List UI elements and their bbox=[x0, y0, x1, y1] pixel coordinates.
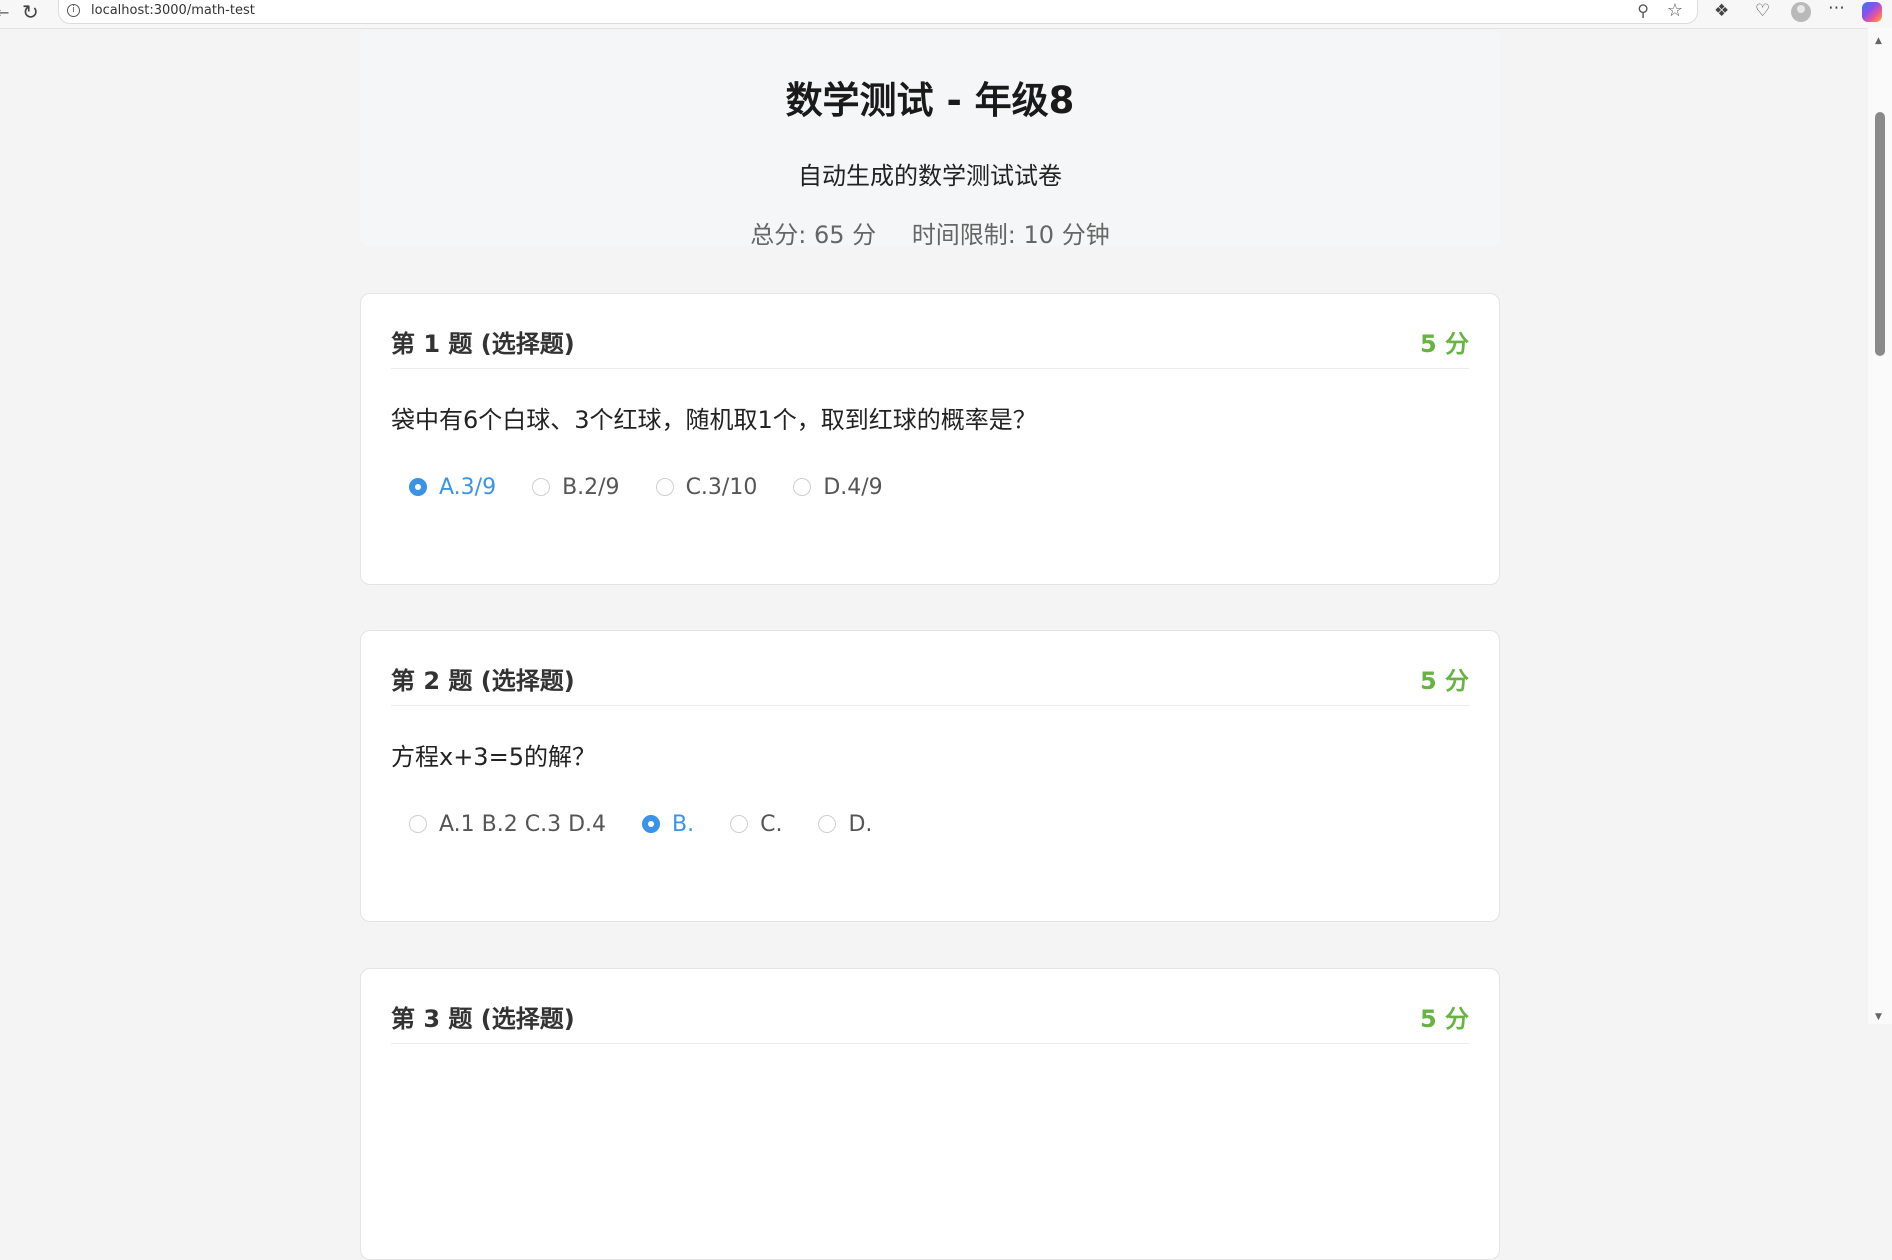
option-label: C. bbox=[760, 811, 783, 837]
option-d[interactable]: D.4/9 bbox=[793, 474, 883, 500]
test-meta: 总分: 65 分 时间限制: 10 分钟 bbox=[360, 215, 1500, 250]
option-b[interactable]: B.2/9 bbox=[532, 475, 620, 500]
question-header: 第 3 题 (选择题) 5 分 bbox=[391, 999, 1469, 1044]
time-limit: 时间限制: 10 分钟 bbox=[911, 221, 1110, 249]
more-menu-icon[interactable]: ⋯ bbox=[1828, 0, 1845, 18]
option-a[interactable]: A.3/9 bbox=[409, 475, 496, 500]
answer-options: A.3/9 B.2/9 C.3/10 D.4/9 bbox=[409, 472, 919, 502]
option-a[interactable]: A.1 B.2 C.3 D.4 bbox=[409, 812, 606, 837]
back-icon[interactable]: ← bbox=[0, 3, 9, 22]
url-text[interactable]: localhost:3000/math-test bbox=[91, 3, 255, 18]
radio-button[interactable] bbox=[655, 478, 674, 496]
option-b[interactable]: B. bbox=[642, 812, 694, 837]
question-title: 第 3 题 (选择题) bbox=[391, 1005, 575, 1033]
question-card: 第 1 题 (选择题) 5 分 袋中有6个白球、3个红球，随机取1个，取到红球的… bbox=[360, 293, 1500, 585]
option-c[interactable]: C. bbox=[730, 812, 782, 837]
page-subtitle: 自动生成的数学测试试卷 bbox=[798, 162, 1062, 190]
zoom-icon[interactable]: ⚲ bbox=[1637, 1, 1649, 20]
radio-button-selected[interactable] bbox=[642, 815, 660, 833]
page-scrollbar[interactable]: ▲ ▼ bbox=[1868, 28, 1892, 1024]
radio-button[interactable] bbox=[818, 815, 837, 833]
question-title: 第 1 题 (选择题) bbox=[391, 330, 575, 358]
option-label: B.2/9 bbox=[562, 474, 620, 500]
extensions-icon[interactable]: ❖ bbox=[1714, 1, 1729, 21]
option-label: B. bbox=[672, 811, 695, 837]
scroll-down-arrow-icon[interactable]: ▼ bbox=[1875, 1012, 1882, 1022]
scrollbar-thumb[interactable] bbox=[1875, 112, 1885, 356]
question-header: 第 1 题 (选择题) 5 分 bbox=[391, 324, 1469, 369]
reload-icon[interactable]: ↻ bbox=[22, 1, 39, 23]
radio-button-selected[interactable] bbox=[409, 478, 427, 496]
radio-button[interactable] bbox=[532, 478, 551, 496]
question-score: 5 分 bbox=[1419, 330, 1469, 358]
question-header: 第 2 题 (选择题) 5 分 bbox=[391, 661, 1469, 706]
browser-essentials-icon[interactable]: ♡ bbox=[1755, 1, 1770, 21]
radio-button[interactable] bbox=[730, 815, 749, 833]
answer-options: A.1 B.2 C.3 D.4 B. C. D. bbox=[409, 809, 908, 839]
total-score: 总分: 65 分 bbox=[750, 221, 877, 249]
radio-button[interactable] bbox=[409, 815, 427, 833]
page-title: 数学测试 - 年级8 bbox=[785, 79, 1075, 122]
site-info-icon[interactable]: i bbox=[67, 4, 80, 17]
question-text: 方程x+3=5的解？ bbox=[391, 743, 596, 771]
radio-button[interactable] bbox=[793, 478, 812, 496]
option-label: C.3/10 bbox=[685, 474, 758, 500]
option-label: A.3/9 bbox=[439, 474, 497, 500]
address-bar[interactable]: i localhost:3000/math-test ⚲ ☆ bbox=[58, 0, 1698, 24]
browser-toolbar: ← ↻ i localhost:3000/math-test ⚲ ☆ ❖ ♡ ⋯ bbox=[0, 0, 1892, 29]
test-header: 数学测试 - 年级8 自动生成的数学测试试卷 总分: 65 分 时间限制: 10… bbox=[360, 30, 1500, 249]
question-score: 5 分 bbox=[1419, 667, 1469, 695]
question-card: 第 3 题 (选择题) 5 分 bbox=[360, 968, 1500, 1260]
favorite-star-icon[interactable]: ☆ bbox=[1667, 0, 1683, 21]
option-label: A.1 B.2 C.3 D.4 bbox=[439, 811, 606, 837]
question-text: 袋中有6个白球、3个红球，随机取1个，取到红球的概率是？ bbox=[391, 406, 1037, 434]
option-c[interactable]: C.3/10 bbox=[655, 474, 758, 500]
option-d[interactable]: D. bbox=[818, 812, 872, 837]
profile-avatar[interactable] bbox=[1791, 2, 1811, 22]
question-title: 第 2 题 (选择题) bbox=[391, 667, 575, 695]
copilot-icon[interactable] bbox=[1862, 2, 1882, 22]
scroll-up-arrow-icon[interactable]: ▲ bbox=[1875, 36, 1882, 46]
question-card: 第 2 题 (选择题) 5 分 方程x+3=5的解？ A.1 B.2 C.3 D… bbox=[360, 630, 1500, 922]
option-label: D.4/9 bbox=[823, 474, 883, 500]
option-label: D. bbox=[848, 811, 873, 837]
question-score: 5 分 bbox=[1419, 1005, 1469, 1033]
